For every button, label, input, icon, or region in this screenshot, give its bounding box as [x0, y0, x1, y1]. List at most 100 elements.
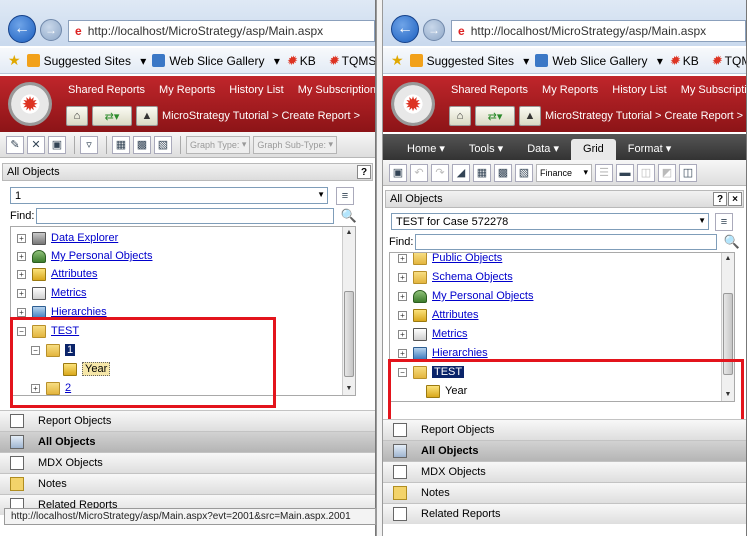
help-icon[interactable]: ? [713, 192, 727, 206]
fav-tqms[interactable]: ✹TQMS [711, 53, 746, 69]
accordion-report-objects[interactable]: Report Objects [383, 419, 746, 440]
tree-row[interactable]: + Attributes [398, 306, 478, 324]
layout-icon[interactable]: ◫ [679, 163, 697, 182]
accordion-report-objects[interactable]: Report Objects [0, 410, 375, 431]
style-select[interactable]: Finance ▾ [536, 163, 592, 182]
object-selector[interactable]: TEST for Case 572278 ▼ [391, 213, 709, 230]
undo-icon[interactable]: ↶ [410, 163, 428, 182]
back-button[interactable]: ← [391, 15, 419, 43]
expand-icon[interactable]: + [398, 253, 407, 263]
scroll-thumb[interactable] [344, 291, 354, 377]
accordion-related-reports[interactable]: Related Reports [383, 503, 746, 524]
breadcrumb[interactable]: MicroStrategy Tutorial > Create Report > [545, 110, 743, 122]
fav-suggested-sites[interactable]: Suggested Sites ▾ [26, 53, 146, 68]
fav-tqms[interactable]: ✹TQMS [328, 53, 375, 69]
favorites-star-icon[interactable]: ★ [8, 52, 21, 69]
accordion-notes[interactable]: Notes [0, 473, 375, 494]
fav-web-slice-gallery[interactable]: Web Slice Gallery ▾ [535, 53, 663, 68]
grid-view-icon[interactable]: ▦ [473, 163, 491, 182]
expand-icon[interactable]: + [398, 272, 407, 282]
tab-format[interactable]: Format ▾ [616, 142, 683, 160]
forward-button[interactable]: → [40, 19, 62, 41]
tree-row[interactable]: + Metrics [17, 284, 86, 302]
find-input[interactable] [415, 234, 718, 250]
search-icon[interactable]: 🔍 [723, 234, 739, 250]
lock-icon[interactable]: ◩ [658, 163, 676, 182]
url-field[interactable]: e http://localhost/MicroStrategy/asp/Mai… [451, 20, 746, 42]
filter-icon[interactable]: ▿ [80, 135, 98, 154]
folder-up-icon[interactable]: ▲ [136, 106, 158, 126]
favorites-star-icon[interactable]: ★ [391, 52, 404, 69]
url-field[interactable]: e http://localhost/MicroStrategy/asp/Mai… [68, 20, 375, 42]
tab-home[interactable]: Home ▾ [395, 142, 457, 160]
close-icon[interactable]: × [728, 192, 742, 206]
graph-type-select[interactable]: Graph Type: ▾ [186, 135, 251, 154]
cancel-icon[interactable]: ✕ [27, 135, 45, 154]
expand-icon[interactable]: + [17, 307, 26, 317]
expand-icon[interactable]: + [17, 251, 26, 261]
nav-shared-reports[interactable]: Shared Reports [68, 84, 145, 96]
chart-icon[interactable]: ◢ [452, 163, 470, 182]
accordion-notes[interactable]: Notes [383, 482, 746, 503]
graph-view-icon[interactable]: ▩ [133, 135, 151, 154]
graph-view-icon[interactable]: ▩ [494, 163, 512, 182]
object-selector[interactable]: 1 ▼ [10, 187, 328, 204]
tab-grid[interactable]: Grid [571, 139, 616, 160]
nav-history-list[interactable]: History List [612, 84, 666, 96]
scroll-down-icon[interactable]: ▼ [343, 383, 355, 395]
fav-kb[interactable]: ✹ KB [669, 53, 705, 69]
tree-row[interactable]: + Attributes [17, 265, 97, 283]
forward-button[interactable]: → [423, 19, 445, 41]
scroll-up-icon[interactable]: ▲ [343, 227, 355, 239]
find-input[interactable] [36, 208, 335, 224]
graph-subtype-select[interactable]: Graph Sub-Type: ▾ [253, 135, 337, 154]
tab-tools[interactable]: Tools ▾ [457, 142, 515, 160]
grid-graph-icon[interactable]: ▧ [154, 135, 172, 154]
home-icon[interactable]: ⌂ [449, 106, 471, 126]
tree-row[interactable]: + Schema Objects [398, 268, 513, 286]
edit-icon[interactable]: ✎ [6, 135, 24, 154]
back-button[interactable]: ← [8, 15, 36, 43]
expand-icon[interactable]: + [398, 310, 407, 320]
tree-row[interactable]: + My Personal Objects [398, 287, 533, 305]
list-view-icon[interactable]: ≡ [715, 213, 733, 231]
accordion-mdx-objects[interactable]: MDX Objects [0, 452, 375, 473]
accordion-all-objects[interactable]: All Objects [0, 431, 375, 452]
expand-icon[interactable]: + [17, 233, 26, 243]
tree-row[interactable]: + Data Explorer [17, 229, 118, 247]
nav-my-reports[interactable]: My Reports [159, 84, 215, 96]
fav-kb[interactable]: ✹ KB [286, 53, 322, 69]
tree-row[interactable]: + Public Objects [398, 253, 502, 267]
grid-graph-icon[interactable]: ▧ [515, 163, 533, 182]
tab-data[interactable]: Data ▾ [515, 142, 571, 160]
tree-scrollbar[interactable]: ▲ ▼ [342, 227, 355, 395]
nav-my-subscriptions[interactable]: My Subscriptions [681, 84, 746, 96]
microstrategy-logo-icon[interactable]: ✹ [8, 82, 52, 126]
nav-my-subscriptions[interactable]: My Subscriptions [298, 84, 375, 96]
list-view-icon[interactable]: ≡ [336, 187, 354, 205]
outline-icon[interactable]: ☰ [595, 163, 613, 182]
back-forward-icon[interactable]: ⇄▾ [475, 106, 515, 126]
accordion-mdx-objects[interactable]: MDX Objects [383, 461, 746, 482]
help-icon[interactable]: ? [357, 165, 371, 179]
expand-icon[interactable]: + [17, 269, 26, 279]
back-forward-icon[interactable]: ⇄▾ [92, 106, 132, 126]
nav-history-list[interactable]: History List [229, 84, 283, 96]
microstrategy-logo-icon[interactable]: ✹ [391, 82, 435, 126]
search-icon[interactable]: 🔍 [340, 208, 356, 224]
redo-icon[interactable]: ↷ [431, 163, 449, 182]
banding-icon[interactable]: ▬ [616, 163, 634, 182]
expand-icon[interactable]: + [398, 348, 407, 358]
nav-shared-reports[interactable]: Shared Reports [451, 84, 528, 96]
nav-my-reports[interactable]: My Reports [542, 84, 598, 96]
accordion-all-objects[interactable]: All Objects [383, 440, 746, 461]
save-icon[interactable]: ▣ [389, 163, 407, 182]
tree-row[interactable]: + Metrics [398, 325, 467, 343]
fav-suggested-sites[interactable]: Suggested Sites ▾ [409, 53, 529, 68]
expand-icon[interactable]: + [398, 291, 407, 301]
scroll-up-icon[interactable]: ▲ [722, 253, 734, 265]
folder-up-icon[interactable]: ▲ [519, 106, 541, 126]
save-icon[interactable]: ▣ [48, 135, 66, 154]
fav-web-slice-gallery[interactable]: Web Slice Gallery ▾ [152, 53, 280, 68]
breadcrumb[interactable]: MicroStrategy Tutorial > Create Report > [162, 110, 360, 122]
